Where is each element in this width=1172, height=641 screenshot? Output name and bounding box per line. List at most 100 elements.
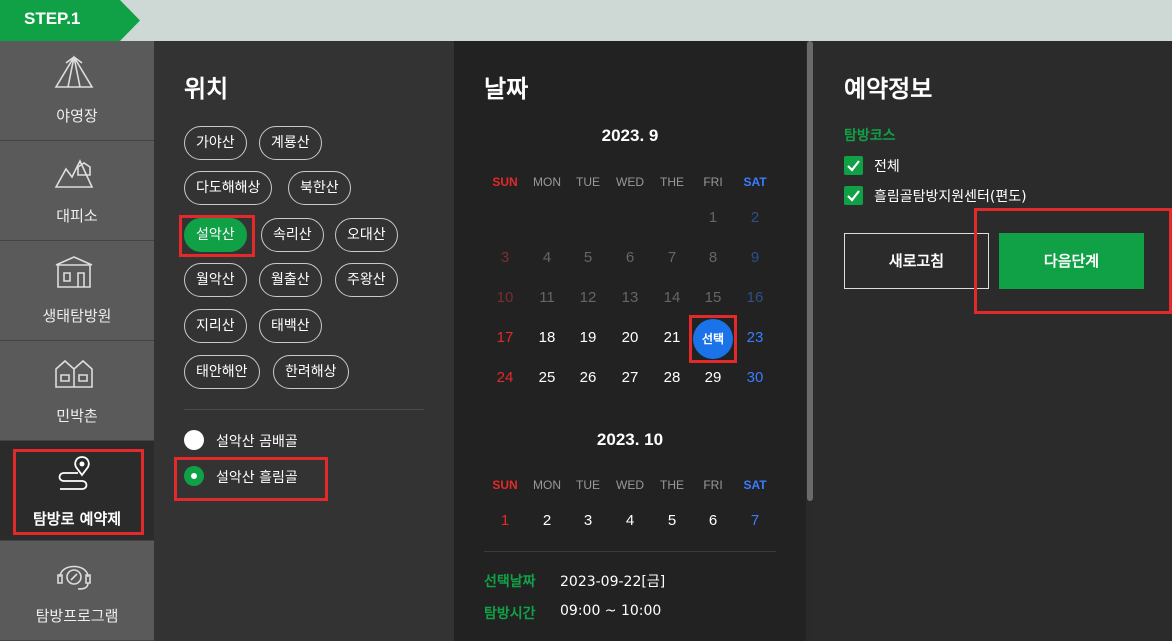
weekday-header: SUN [492,175,518,189]
calendar-day[interactable]: 3 [567,512,609,529]
visit-time-label: 탐방시간 [484,606,536,622]
sidebar-item-campground[interactable]: 야영장 [0,41,154,141]
calendar-day[interactable]: 27 [609,369,651,386]
step-label: STEP.1 [24,9,81,28]
chip-jirisan[interactable]: 지리산 [184,309,247,343]
chip-odaesan[interactable]: 오대산 [335,218,398,252]
divider [484,551,776,552]
sidebar-item-shelter[interactable]: 대피소 [0,141,154,241]
chip-juwangsan[interactable]: 주왕산 [335,263,398,297]
chip-wolchulsan[interactable]: 월출산 [259,263,322,297]
check-icon [847,160,860,172]
chip-hallyeo[interactable]: 한려해상 [273,355,349,389]
option-label: 흘림골탐방지원센터(편도) [874,189,1027,205]
calendar-day[interactable]: 18 [526,329,568,346]
weekday-header: MON [533,478,561,492]
calendar-day[interactable]: 21 [651,329,693,346]
weekday-header: SUN [492,478,518,492]
calendar-day: 7 [667,249,677,266]
highlight-box [174,457,328,501]
village-icon [55,359,93,388]
calendar-day[interactable]: 30 [734,369,776,386]
sidebar-item-village[interactable]: 민박촌 [0,341,154,441]
calendar-day: 9 [750,249,760,266]
radio-button[interactable] [184,430,204,450]
chip-taean[interactable]: 태안해안 [184,355,260,389]
chip-taebaeksan[interactable]: 태백산 [259,309,322,343]
checkbox-checked[interactable] [844,186,863,205]
chip-gyeryongsan[interactable]: 계룡산 [259,126,322,160]
calendar-day: 1 [708,209,718,226]
tent-icon [54,55,94,88]
calendar-day[interactable]: 29 [692,369,734,386]
weekday-header: SAT [743,478,767,492]
course-option-label: 설악산 곰배골 [216,434,298,450]
eco-center-icon [55,256,93,288]
date-title: 날짜 [484,75,529,103]
calendar-month-title: 2023. 10 [596,430,664,449]
calendar-day[interactable]: 24 [484,369,526,386]
scrollbar-thumb[interactable] [807,41,813,501]
chip-woraksan[interactable]: 월악산 [184,263,247,297]
calendar-day[interactable]: 1 [484,512,526,529]
calendar-day: 12 [579,289,597,306]
weekday-header: WED [616,175,644,189]
calendar-day: 14 [663,289,681,306]
visit-time-value: 09:00 ~ 10:00 [560,603,662,619]
calendar-day[interactable]: 23 [734,329,776,346]
highlight-box [974,208,1172,314]
calendar-day[interactable]: 19 [567,329,609,346]
checkbox-checked[interactable] [844,156,863,175]
chip-gayasan[interactable]: 가야산 [184,126,247,160]
calendar-day[interactable]: 17 [484,329,526,346]
selected-date-label: 선택날짜 [484,574,536,590]
calendar-day: 10 [496,289,514,306]
option-label: 전체 [874,159,900,175]
chip-dadohae[interactable]: 다도해해상 [184,171,273,205]
sidebar-item-eco-center[interactable]: 생태탐방원 [0,241,154,341]
check-icon [847,190,860,202]
scrollbar[interactable] [806,41,814,641]
calendar-day: 3 [500,249,510,266]
calendar-day: 15 [704,289,722,306]
highlight-box [13,449,144,535]
divider [184,409,424,410]
highlight-box [689,315,737,363]
location-title: 위치 [184,75,229,103]
step-indicator: STEP.1 [0,0,140,41]
calendar-day[interactable]: 20 [609,329,651,346]
sidebar-item-label: 탐방프로그램 [35,607,119,625]
weekday-header: THE [660,478,684,492]
sidebar-item-label: 대피소 [56,207,98,225]
calendar-day: 11 [539,289,555,306]
sidebar-item-label: 민박촌 [56,407,98,425]
top-bar: STEP.1 [0,0,1172,41]
sidebar-item-trail-reservation[interactable]: 탐방로 예약제 [0,441,154,541]
location-panel: 위치 가야산 계룡산 다도해해상 북한산 설악산 속리산 오대산 월악산 월출산… [154,41,454,641]
refresh-button[interactable]: 새로고침 [844,233,989,289]
course-label: 탐방코스 [844,128,896,144]
calendar-day[interactable]: 4 [609,512,651,529]
sidebar-item-label: 야영장 [56,107,98,125]
weekday-header: SAT [743,175,767,189]
weekday-header: TUE [576,175,600,189]
sidebar-item-program[interactable]: 탐방프로그램 [0,541,154,641]
selected-date-value: 2023-09-22[금] [560,574,666,590]
calendar-day[interactable]: 25 [526,369,568,386]
calendar-day[interactable]: 5 [651,512,693,529]
calendar-day[interactable]: 6 [692,512,734,529]
sidebar: 야영장 대피소 생태탐방원 민박촌 탐방로 예약제 탐방프로그램 [0,41,154,641]
weekday-header: TUE [576,478,600,492]
calendar-day[interactable]: 26 [567,369,609,386]
program-headset-icon [57,565,91,590]
chip-bukhansan[interactable]: 북한산 [288,171,351,205]
chip-songnisan[interactable]: 속리산 [261,218,324,252]
calendar-day: 16 [746,289,764,306]
calendar-day: 8 [708,249,718,266]
calendar-day[interactable]: 28 [651,369,693,386]
calendar-day[interactable]: 2 [526,512,568,529]
sidebar-item-label: 생태탐방원 [42,307,112,325]
weekday-header: FRI [703,478,723,492]
calendar-day: 4 [542,249,552,266]
calendar-day[interactable]: 7 [734,512,776,529]
